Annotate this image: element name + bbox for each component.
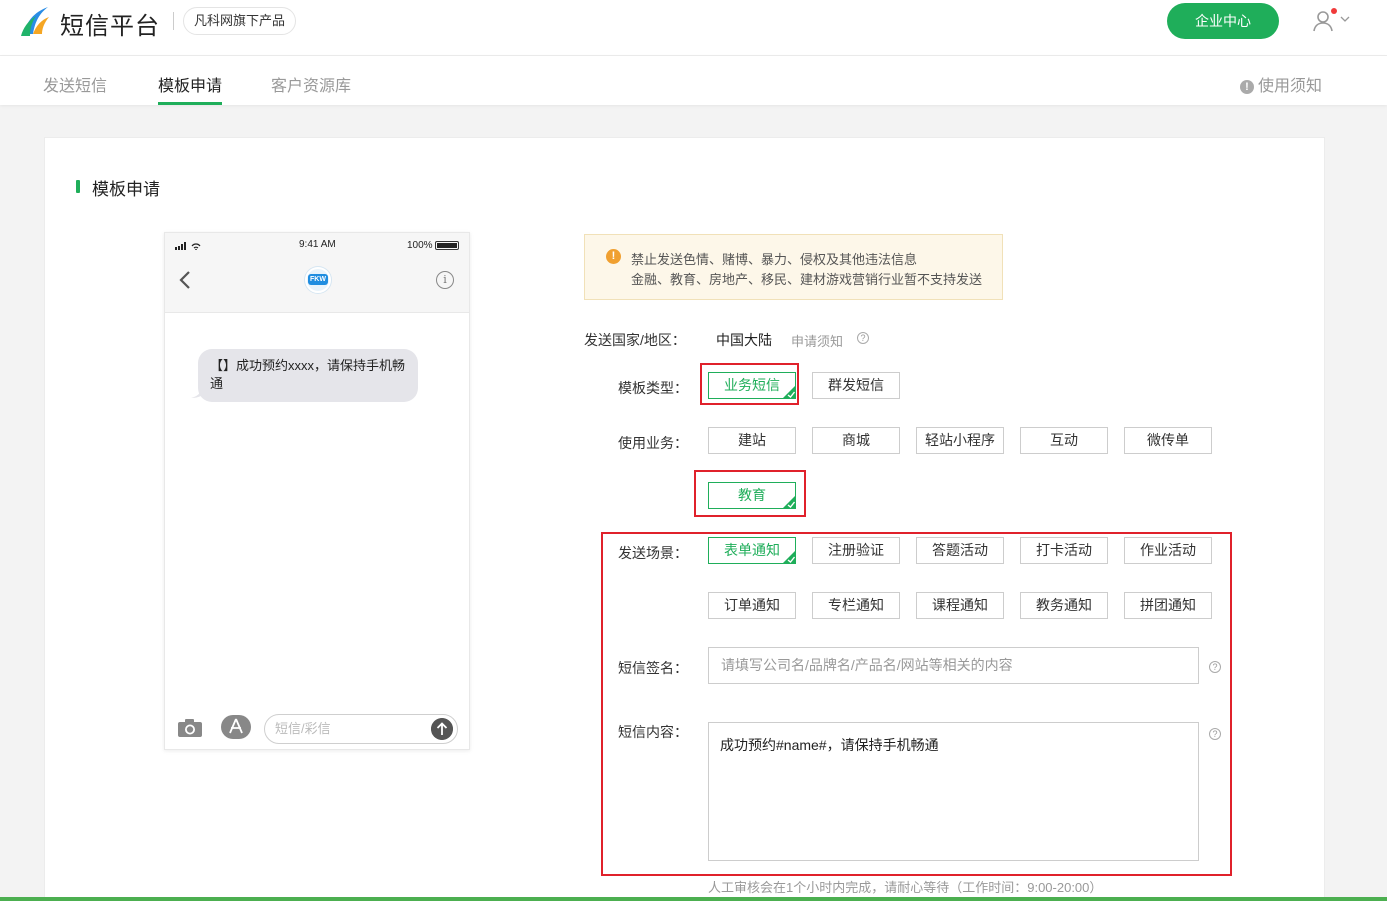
business-label: 使用业务： xyxy=(618,435,688,451)
warning-line-2: 金融、教育、房地产、移民、建材游戏营销行业暂不支持发送 xyxy=(631,272,983,287)
logo-icon[interactable] xyxy=(20,4,50,38)
battery-icon xyxy=(435,241,459,250)
enterprise-center-button[interactable]: 企业中心 xyxy=(1167,3,1279,39)
scene-option-homework[interactable]: 作业活动 xyxy=(1124,537,1212,564)
check-corner-icon xyxy=(782,495,796,509)
phone-battery-text: 100% xyxy=(407,240,433,251)
scene-option-form-notify[interactable]: 表单通知 xyxy=(708,537,796,564)
business-option-miniprogram[interactable]: 轻站小程序 xyxy=(916,427,1004,454)
phone-header: 9:41 AM 100% FKW i xyxy=(165,233,469,313)
appstore-icon xyxy=(221,715,251,739)
logo-text[interactable]: 短信平台 xyxy=(60,6,160,41)
scene-option-course[interactable]: 课程通知 xyxy=(916,592,1004,619)
info-icon: i xyxy=(436,271,454,289)
active-tab-indicator xyxy=(158,102,222,105)
help-icon[interactable]: ? xyxy=(857,332,869,344)
help-icon[interactable]: ? xyxy=(1209,661,1221,673)
scene-option-column[interactable]: 专栏通知 xyxy=(812,592,900,619)
scene-option-register[interactable]: 注册验证 xyxy=(812,537,900,564)
warning-icon: ! xyxy=(606,249,621,264)
warning-line-1: 禁止发送色情、赌博、暴力、侵权及其他违法信息 xyxy=(631,252,918,267)
tab-template-apply[interactable]: 模板申请 xyxy=(158,72,222,96)
template-type-label: 模板类型： xyxy=(618,380,688,396)
scene-option-form-notify-label: 表单通知 xyxy=(724,542,780,558)
phone-preview: 9:41 AM 100% FKW i 【】成功预约xxxx，请保持手机畅通 短信… xyxy=(164,232,470,750)
tab-send-sms[interactable]: 发送短信 xyxy=(43,72,107,96)
signature-input[interactable]: 请填写公司名/品牌名/产品名/网站等相关的内容 xyxy=(708,647,1199,684)
business-option-education[interactable]: 教育 xyxy=(708,482,796,509)
brand-badge: 凡科网旗下产品 xyxy=(183,7,297,35)
camera-icon xyxy=(178,719,202,737)
page-title: 模板申请 xyxy=(92,180,160,199)
help-icon[interactable]: ? xyxy=(1209,728,1221,740)
chevron-down-icon[interactable] xyxy=(1340,15,1350,23)
business-option-interactive[interactable]: 互动 xyxy=(1020,427,1108,454)
info-icon: ! xyxy=(1240,80,1254,94)
send-arrow-icon xyxy=(431,718,453,740)
signal-wifi-icon xyxy=(175,242,201,250)
business-option-mall[interactable]: 商城 xyxy=(812,427,900,454)
title-accent-bar xyxy=(76,180,80,193)
country-label: 发送国家/地区： xyxy=(584,332,686,348)
content-textarea[interactable]: 成功预约#name#，请保持手机畅通 xyxy=(708,722,1199,861)
signature-label: 短信签名： xyxy=(618,660,688,676)
phone-message-input: 短信/彩信 xyxy=(264,714,458,744)
business-option-site[interactable]: 建站 xyxy=(708,427,796,454)
business-option-flyer[interactable]: 微传单 xyxy=(1124,427,1212,454)
review-hint: 人工审核会在1个小时内完成，请耐心等待（工作时间：9:00-20:00） xyxy=(708,880,1103,895)
phone-time: 9:41 AM xyxy=(299,239,336,250)
bottom-accent-bar xyxy=(0,897,1387,901)
usage-notice-link[interactable]: ! 使用须知 xyxy=(1240,72,1322,96)
type-option-business-label: 业务短信 xyxy=(724,377,780,393)
scene-option-quiz[interactable]: 答题活动 xyxy=(916,537,1004,564)
scene-option-checkin[interactable]: 打卡活动 xyxy=(1020,537,1108,564)
scene-option-group-buy[interactable]: 拼团通知 xyxy=(1124,592,1212,619)
scene-option-academic[interactable]: 教务通知 xyxy=(1020,592,1108,619)
logo-divider xyxy=(173,12,174,30)
check-corner-icon xyxy=(782,550,796,564)
apply-notice-link[interactable]: 申请须知 xyxy=(791,331,843,350)
usage-notice-label: 使用须知 xyxy=(1258,78,1323,95)
scene-option-order[interactable]: 订单通知 xyxy=(708,592,796,619)
message-bubble: 【】成功预约xxxx，请保持手机畅通 xyxy=(198,349,418,402)
main-nav: 发送短信 模板申请 客户资源库 ! 使用须知 xyxy=(0,56,1387,105)
notification-dot xyxy=(1331,8,1337,14)
type-option-business[interactable]: 业务短信 xyxy=(708,372,796,399)
top-header: 短信平台 凡科网旗下产品 企业中心 xyxy=(0,0,1387,56)
business-option-education-label: 教育 xyxy=(738,487,766,503)
tab-customer-library[interactable]: 客户资源库 xyxy=(271,72,351,96)
country-value: 中国大陆 xyxy=(716,332,772,348)
warning-notice: ! 禁止发送色情、赌博、暴力、侵权及其他违法信息 金融、教育、房地产、移民、建材… xyxy=(584,234,1003,300)
contact-avatar: FKW xyxy=(305,267,331,293)
back-arrow-icon xyxy=(179,271,190,289)
scene-label: 发送场景： xyxy=(618,545,688,561)
content-label: 短信内容： xyxy=(618,724,688,740)
type-option-bulk[interactable]: 群发短信 xyxy=(812,372,900,399)
check-corner-icon xyxy=(782,385,796,399)
